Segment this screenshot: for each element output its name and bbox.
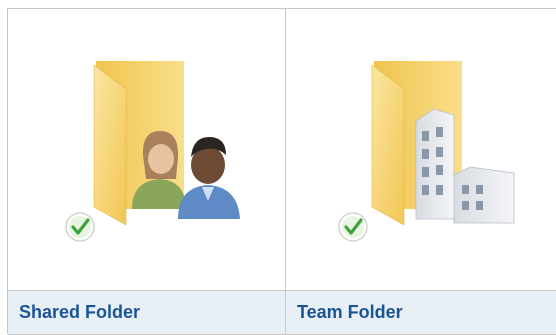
checkmark-icon [338,212,368,242]
shared-folder-label-cell: Shared Folder [8,291,286,335]
shared-folder-label[interactable]: Shared Folder [19,302,140,323]
team-folder-icon [286,9,556,290]
shared-folder-icon [8,9,285,290]
folder-type-table: Shared Folder Team Folder [7,8,556,335]
checkmark-icon [65,212,95,242]
team-folder-label[interactable]: Team Folder [297,302,403,323]
team-folder-tile[interactable] [286,9,556,291]
team-folder-label-cell: Team Folder [286,291,556,335]
shared-folder-tile[interactable] [8,9,286,291]
